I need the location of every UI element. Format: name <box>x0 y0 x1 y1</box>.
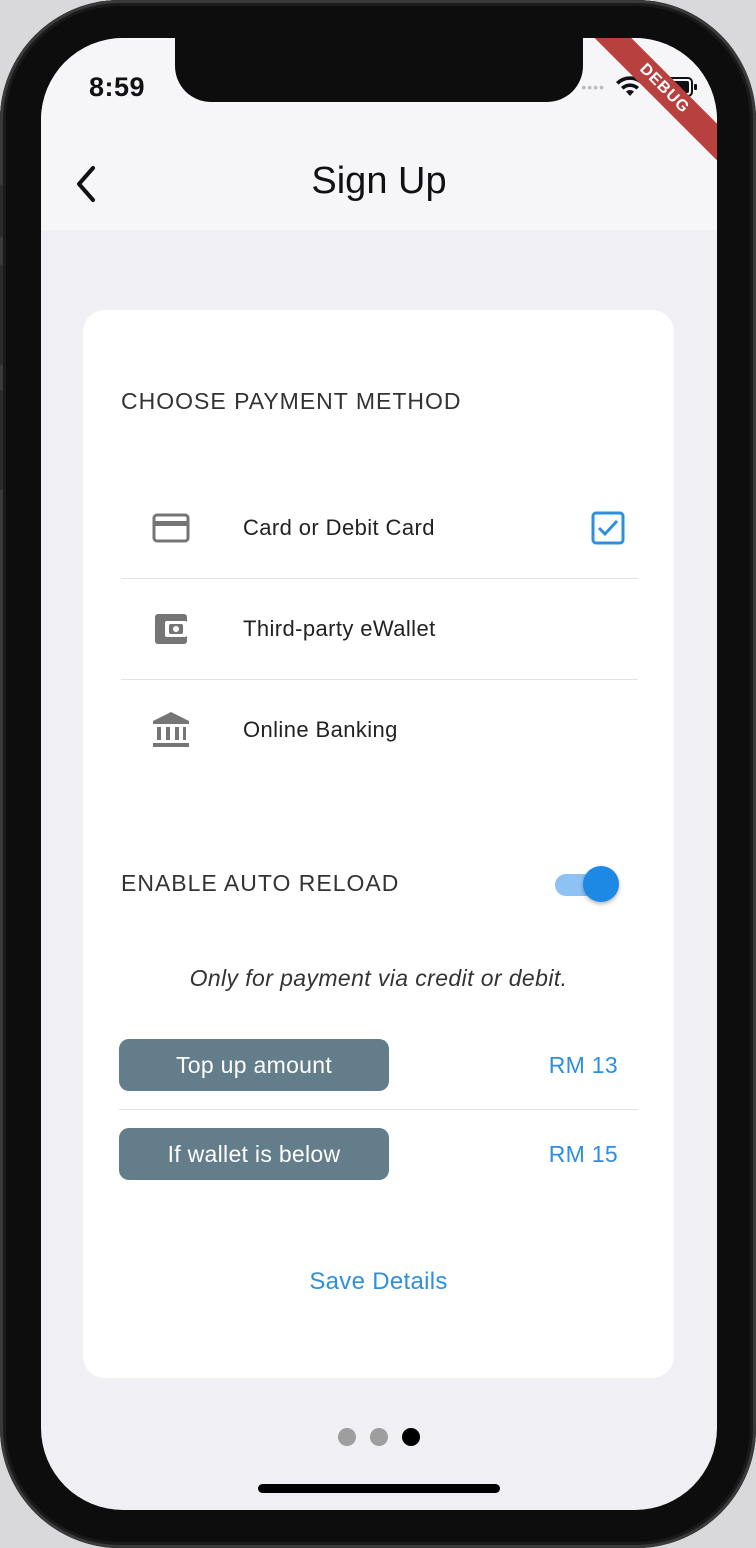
bank-icon <box>153 712 189 747</box>
payment-method-card[interactable]: Card or Debit Card <box>121 478 638 579</box>
auto-reload-toggle[interactable] <box>555 865 621 903</box>
home-indicator[interactable] <box>258 1484 500 1493</box>
payment-method-label: Third-party eWallet <box>243 616 436 641</box>
page-indicator <box>41 1428 717 1446</box>
volume-down-button <box>0 390 3 490</box>
volume-up-button <box>0 265 3 365</box>
page-dot[interactable] <box>370 1428 388 1446</box>
mute-switch <box>0 185 3 237</box>
page-dot-active[interactable] <box>402 1428 420 1446</box>
payment-card: CHOOSE PAYMENT METHOD Card or Debit Card <box>83 310 674 1378</box>
payment-method-label: Online Banking <box>243 717 398 742</box>
status-time: 8:59 <box>89 72 146 102</box>
page-title: Sign Up <box>311 160 447 202</box>
wallet-threshold-value: RM 15 <box>548 1140 618 1167</box>
payment-section-title: CHOOSE PAYMENT METHOD <box>121 388 462 414</box>
toggle-thumb <box>583 866 619 902</box>
notch <box>175 38 583 102</box>
phone-frame: 8:59 •••• DEBUG Sign Up CHOOSE PAYMENT M… <box>0 0 756 1548</box>
app-bar: Sign Up <box>41 138 717 230</box>
auto-reload-note: Only for payment via credit or debit. <box>189 965 568 991</box>
wallet-icon <box>155 614 187 644</box>
save-details-button[interactable]: Save Details <box>83 1268 674 1296</box>
page-dot[interactable] <box>338 1428 356 1446</box>
wallet-threshold-row: If wallet is below RM 15 <box>119 1110 638 1198</box>
auto-reload-title: ENABLE AUTO RELOAD <box>121 870 400 896</box>
checkbox-checked-icon[interactable] <box>591 511 625 545</box>
payment-method-ewallet[interactable]: Third-party eWallet <box>121 579 638 680</box>
wallet-threshold-button[interactable]: If wallet is below <box>119 1128 389 1180</box>
screen: 8:59 •••• DEBUG Sign Up CHOOSE PAYMENT M… <box>41 38 717 1510</box>
signal-icon: •••• <box>581 79 605 95</box>
payment-method-label: Card or Debit Card <box>243 515 435 540</box>
credit-card-icon <box>152 513 190 543</box>
payment-method-banking[interactable]: Online Banking <box>121 680 638 780</box>
topup-amount-row: Top up amount RM 13 <box>119 1021 638 1110</box>
topup-amount-value: RM 13 <box>548 1051 618 1078</box>
topup-amount-button[interactable]: Top up amount <box>119 1039 389 1091</box>
